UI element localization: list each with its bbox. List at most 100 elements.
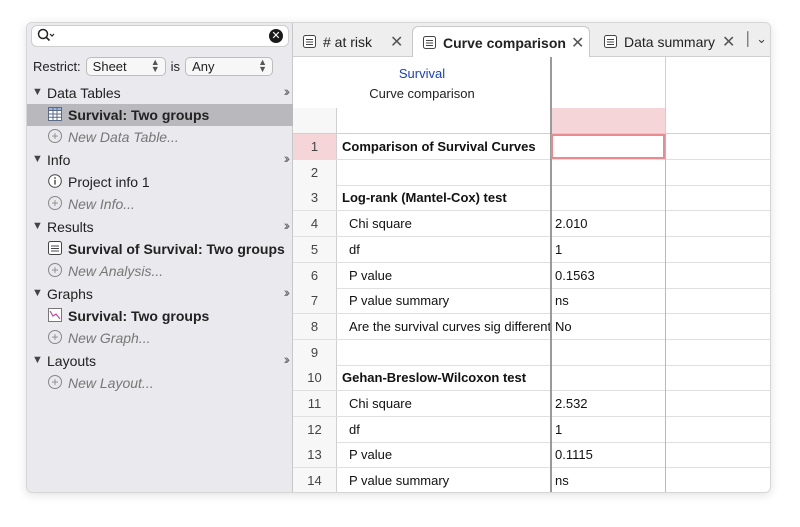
sheet-header-link[interactable]: Survival [293,66,551,81]
tab-overflow-chevron-icon[interactable]: │ ⌄ [744,31,767,47]
section-layouts[interactable]: ▼ Layouts ›› [27,350,293,372]
row-label-cell[interactable]: Log-rank (Mantel-Cox) test [342,185,550,211]
row-label-cell[interactable]: Are the survival curves sig different? [342,314,550,340]
navigator-sidebar: ✕ Restrict: Sheet ▲ ▼ is Any ▲ ▼ ▼ Data Ta… [27,23,293,492]
sidebar-item-new-info[interactable]: + New Info... [27,193,293,215]
column-c-header[interactable] [665,108,770,134]
sidebar-item-label: Survival of Survival: Two groups [68,241,285,257]
sidebar-item-project-info[interactable]: Project info 1 [27,171,293,193]
row-label-cell[interactable]: df [342,237,550,263]
table-row[interactable]: 8 Are the survival curves sig different? N… [293,313,770,340]
row-number[interactable]: 14 [293,468,337,492]
disclosure-down-icon[interactable]: ▼ [32,287,43,299]
section-results[interactable]: ▼ Results ›› [27,216,293,238]
selected-cell[interactable] [551,134,665,159]
sidebar-item-survival-results[interactable]: Survival of Survival: Two groups [27,238,293,260]
column-a-header[interactable] [337,108,551,134]
row-number[interactable]: 2 [293,159,337,186]
sheet-tab-bar: # at risk ✕ Curve comparison ✕ Data summ… [293,23,770,57]
table-row[interactable]: 10 Gehan-Breslow-Wilcoxon test [293,365,770,392]
section-data-tables[interactable]: ▼ Data Tables ›› [27,82,293,104]
tab-curve-comparison[interactable]: Curve comparison ✕ [412,26,590,57]
clear-search-icon[interactable]: ✕ [269,29,283,43]
row-label-cell[interactable]: P value summary [342,288,550,314]
expand-icon[interactable]: ›› [284,83,291,99]
table-row[interactable]: 7P value summary ns [293,288,770,315]
sidebar-item-survival-data-table[interactable]: Survival: Two groups [27,104,293,126]
row-number[interactable]: 10 [293,365,337,392]
row-label-cell[interactable]: P value summary [342,468,550,492]
search-field[interactable]: ✕ [31,25,289,47]
section-info[interactable]: ▼ Info ›› [27,149,293,171]
row-number[interactable]: 9 [293,339,337,366]
disclosure-down-icon[interactable]: ▼ [32,220,43,232]
table-row[interactable]: 3 Log-rank (Mantel-Cox) test [293,185,770,212]
row-label-cell[interactable]: Chi square [342,391,550,417]
row-label-cell[interactable]: df [342,417,550,443]
row-value-cell[interactable]: 2.010 [555,211,588,237]
row-number[interactable]: 1 [293,134,337,160]
row-label-cell[interactable]: Comparison of Survival Curves [342,134,550,160]
tab-data-summary[interactable]: Data summary ✕ [594,26,744,57]
restrict-value-text: Any [192,58,215,74]
row-value-cell[interactable]: 0.1115 [555,442,593,468]
restrict-value-select[interactable]: Any ▲ ▼ [185,56,274,76]
row-label-cell[interactable]: Chi square [342,211,550,237]
sidebar-item-new-data-table[interactable]: + New Data Table... [27,126,293,148]
close-tab-icon[interactable]: ✕ [571,33,584,53]
sidebar-item-survival-graph[interactable]: Survival: Two groups [27,305,293,327]
sidebar-item-label: New Analysis... [68,263,164,279]
restrict-row: Restrict: Sheet ▲ ▼ is Any ▲ ▼ [33,56,274,76]
sidebar-item-new-analysis[interactable]: + New Analysis... [27,260,293,282]
expand-icon[interactable]: ›› [284,284,291,300]
table-row[interactable]: 6P value 0.1563 [293,262,770,289]
row-label-cell[interactable]: Gehan-Breslow-Wilcoxon test [342,365,550,391]
table-row[interactable]: 1 Comparison of Survival Curves [293,134,770,160]
row-value-cell[interactable]: 1 [555,237,562,263]
table-row[interactable]: 4 Chi square 2.010 [293,211,770,238]
row-value-cell[interactable]: ns [555,288,569,314]
row-number[interactable]: 6 [293,262,337,289]
close-tab-icon[interactable]: ✕ [390,32,403,52]
expand-icon[interactable]: ›› [284,217,291,233]
row-value-cell[interactable]: 2.532 [555,391,588,417]
table-row[interactable]: 2 [293,159,770,186]
table-row[interactable]: 12 df 1 [293,416,770,443]
column-b-header[interactable] [551,108,665,134]
row-label-cell[interactable]: P value [342,263,550,289]
expand-icon[interactable]: ›› [284,351,291,367]
table-row[interactable]: 13 P value 0.1115 [293,442,770,469]
close-tab-icon[interactable]: ✕ [722,32,735,52]
disclosure-down-icon[interactable]: ▼ [32,354,43,366]
row-number[interactable]: 11 [293,391,337,417]
table-row[interactable]: 9 [293,339,770,366]
expand-icon[interactable]: ›› [284,150,291,166]
sheet-header: Survival Curve comparison [293,57,770,109]
tab-at-risk[interactable]: # at risk ✕ [293,26,408,57]
row-number[interactable]: 7 [293,288,337,315]
row-number[interactable]: 12 [293,416,337,443]
column-divider [665,57,666,134]
sidebar-item-new-graph[interactable]: + New Graph... [27,327,293,349]
row-number-column-header [293,108,337,134]
table-row[interactable]: 5 df 1 [293,236,770,263]
restrict-field-select[interactable]: Sheet ▲ ▼ [85,56,166,76]
section-graphs[interactable]: ▼ Graphs ›› [27,283,293,305]
row-value-cell[interactable]: 0.1563 [555,263,595,289]
column-divider[interactable] [550,57,552,492]
row-number[interactable]: 3 [293,185,337,212]
restrict-op-label: is [170,58,181,74]
row-number[interactable]: 13 [293,442,337,469]
row-number[interactable]: 8 [293,313,337,340]
row-value-cell[interactable]: ns [555,468,569,492]
table-row[interactable]: 14 P value summary ns [293,468,770,492]
row-number[interactable]: 4 [293,211,337,238]
sidebar-item-new-layout[interactable]: + New Layout... [27,372,293,394]
row-value-cell[interactable]: No [555,314,572,340]
row-value-cell[interactable]: 1 [555,417,562,443]
row-label-cell[interactable]: P value [342,442,550,468]
row-number[interactable]: 5 [293,236,337,263]
table-row[interactable]: 11 Chi square 2.532 [293,391,770,417]
disclosure-down-icon[interactable]: ▼ [32,153,43,165]
disclosure-down-icon[interactable]: ▼ [32,86,43,98]
